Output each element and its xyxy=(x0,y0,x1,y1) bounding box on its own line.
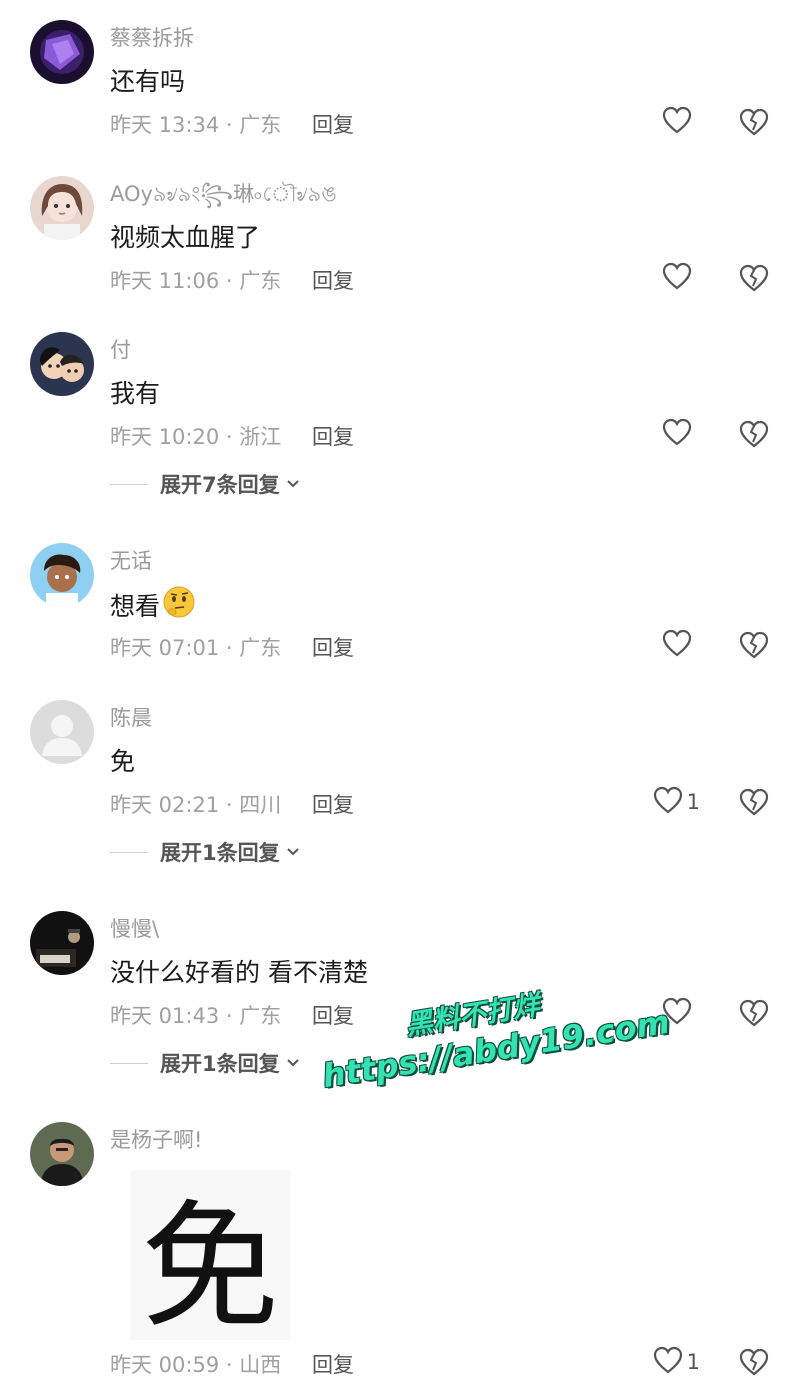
expand-replies-label: 展开7条回复 xyxy=(160,473,280,497)
reply-button[interactable]: 回复 xyxy=(312,421,354,451)
dislike-button[interactable] xyxy=(738,1346,770,1378)
broken-heart-icon xyxy=(738,999,770,1033)
broken-heart-icon xyxy=(738,420,770,454)
reply-button[interactable]: 回复 xyxy=(312,789,354,819)
username[interactable]: 无话 xyxy=(110,545,152,575)
like-count: 1 xyxy=(686,1350,700,1374)
comment-text: 视频太血腥了 xyxy=(110,223,261,252)
expand-replies-label: 展开1条回复 xyxy=(160,1052,280,1076)
heart-icon xyxy=(662,262,692,294)
dislike-button[interactable] xyxy=(738,997,770,1029)
broken-heart-icon xyxy=(738,264,770,298)
divider-line xyxy=(110,851,148,853)
dislike-button[interactable] xyxy=(738,786,770,818)
comment-text: 免 xyxy=(110,747,136,776)
comment-text: 想看 xyxy=(110,585,196,625)
broken-heart-icon xyxy=(738,631,770,665)
like-button[interactable]: 1 xyxy=(653,786,700,818)
chevron-down-icon xyxy=(286,1058,300,1068)
broken-heart-icon xyxy=(738,108,770,142)
girl-avatar-icon[interactable] xyxy=(30,176,94,240)
dislike-button[interactable] xyxy=(738,106,770,138)
comment-text: 我有 xyxy=(110,379,161,408)
comment-meta: 昨天 11:06 · 广东 xyxy=(110,269,282,293)
comment-meta: 昨天 07:01 · 广东 xyxy=(110,636,282,660)
dislike-button[interactable] xyxy=(738,629,770,661)
watermark-url: https://abdy19.com xyxy=(319,1002,673,1096)
dislike-button[interactable] xyxy=(738,418,770,450)
reply-button[interactable]: 回复 xyxy=(312,265,354,295)
reply-button[interactable]: 回复 xyxy=(312,632,354,662)
heart-icon xyxy=(662,106,692,138)
cartoon-kid-avatar-icon[interactable] xyxy=(30,543,94,607)
heart-icon xyxy=(653,786,683,818)
username[interactable]: 是杨子啊! xyxy=(110,1124,202,1154)
expand-replies-button[interactable]: 展开7条回复 xyxy=(110,470,300,498)
expand-replies-button[interactable]: 展开1条回复 xyxy=(110,1049,300,1077)
comment-text-content: 想看 xyxy=(110,592,161,621)
chevron-down-icon xyxy=(286,847,300,857)
comment-meta: 昨天 13:34 · 广东 xyxy=(110,113,282,137)
username[interactable]: 付 xyxy=(110,334,131,364)
divider-line xyxy=(110,1062,148,1064)
dislike-button[interactable] xyxy=(738,262,770,294)
reply-button[interactable]: 回复 xyxy=(312,109,354,139)
heart-icon xyxy=(662,629,692,661)
watermark-title: 黑料不打烊 xyxy=(403,989,542,1042)
like-button[interactable] xyxy=(662,418,696,450)
like-count: 1 xyxy=(686,790,700,814)
dark-photo-avatar-icon[interactable] xyxy=(30,911,94,975)
expand-replies-button[interactable]: 展开1条回复 xyxy=(110,838,300,866)
like-button[interactable] xyxy=(662,629,696,661)
broken-heart-icon xyxy=(738,788,770,822)
comment-text: 还有吗 xyxy=(110,67,186,96)
comment-meta: 昨天 02:21 · 四川 xyxy=(110,793,282,817)
like-button[interactable] xyxy=(662,997,696,1029)
comment-meta: 昨天 01:43 · 广东 xyxy=(110,1004,282,1028)
watermark: 黑料不打烊 https://abdy19.com xyxy=(314,963,677,1126)
divider-line xyxy=(110,483,148,485)
username[interactable]: AOy৯৶৯ং꧂琳৹ৌ৶৯ঙ xyxy=(110,178,337,221)
anime-couple-avatar-icon[interactable] xyxy=(30,332,94,396)
like-button[interactable]: 1 xyxy=(653,1346,700,1378)
like-button[interactable] xyxy=(662,106,696,138)
heart-icon xyxy=(662,997,692,1029)
chevron-down-icon xyxy=(286,479,300,489)
broken-heart-icon xyxy=(738,1348,770,1382)
heart-icon xyxy=(653,1346,683,1378)
heart-icon xyxy=(662,418,692,450)
thinking-emoji-icon xyxy=(162,585,196,625)
reply-button[interactable]: 回复 xyxy=(312,1000,354,1030)
username[interactable]: 蔡蔡拆拆 xyxy=(110,22,194,52)
comment-meta: 昨天 00:59 · 山西 xyxy=(110,1353,282,1377)
expand-replies-label: 展开1条回复 xyxy=(160,841,280,865)
reply-button[interactable]: 回复 xyxy=(312,1349,354,1379)
dark-purple-avatar-icon[interactable] xyxy=(30,20,94,84)
like-button[interactable] xyxy=(662,262,696,294)
default-avatar-icon[interactable] xyxy=(30,700,94,764)
username[interactable]: 慢慢\ xyxy=(110,913,159,943)
man-photo-avatar-icon[interactable] xyxy=(30,1122,94,1186)
username[interactable]: 陈晨 xyxy=(110,702,152,732)
comment-text: 没什么好看的 看不清楚 xyxy=(110,958,368,987)
comment-meta: 昨天 10:20 · 浙江 xyxy=(110,425,282,449)
sticker-image[interactable]: 免 xyxy=(130,1170,290,1348)
